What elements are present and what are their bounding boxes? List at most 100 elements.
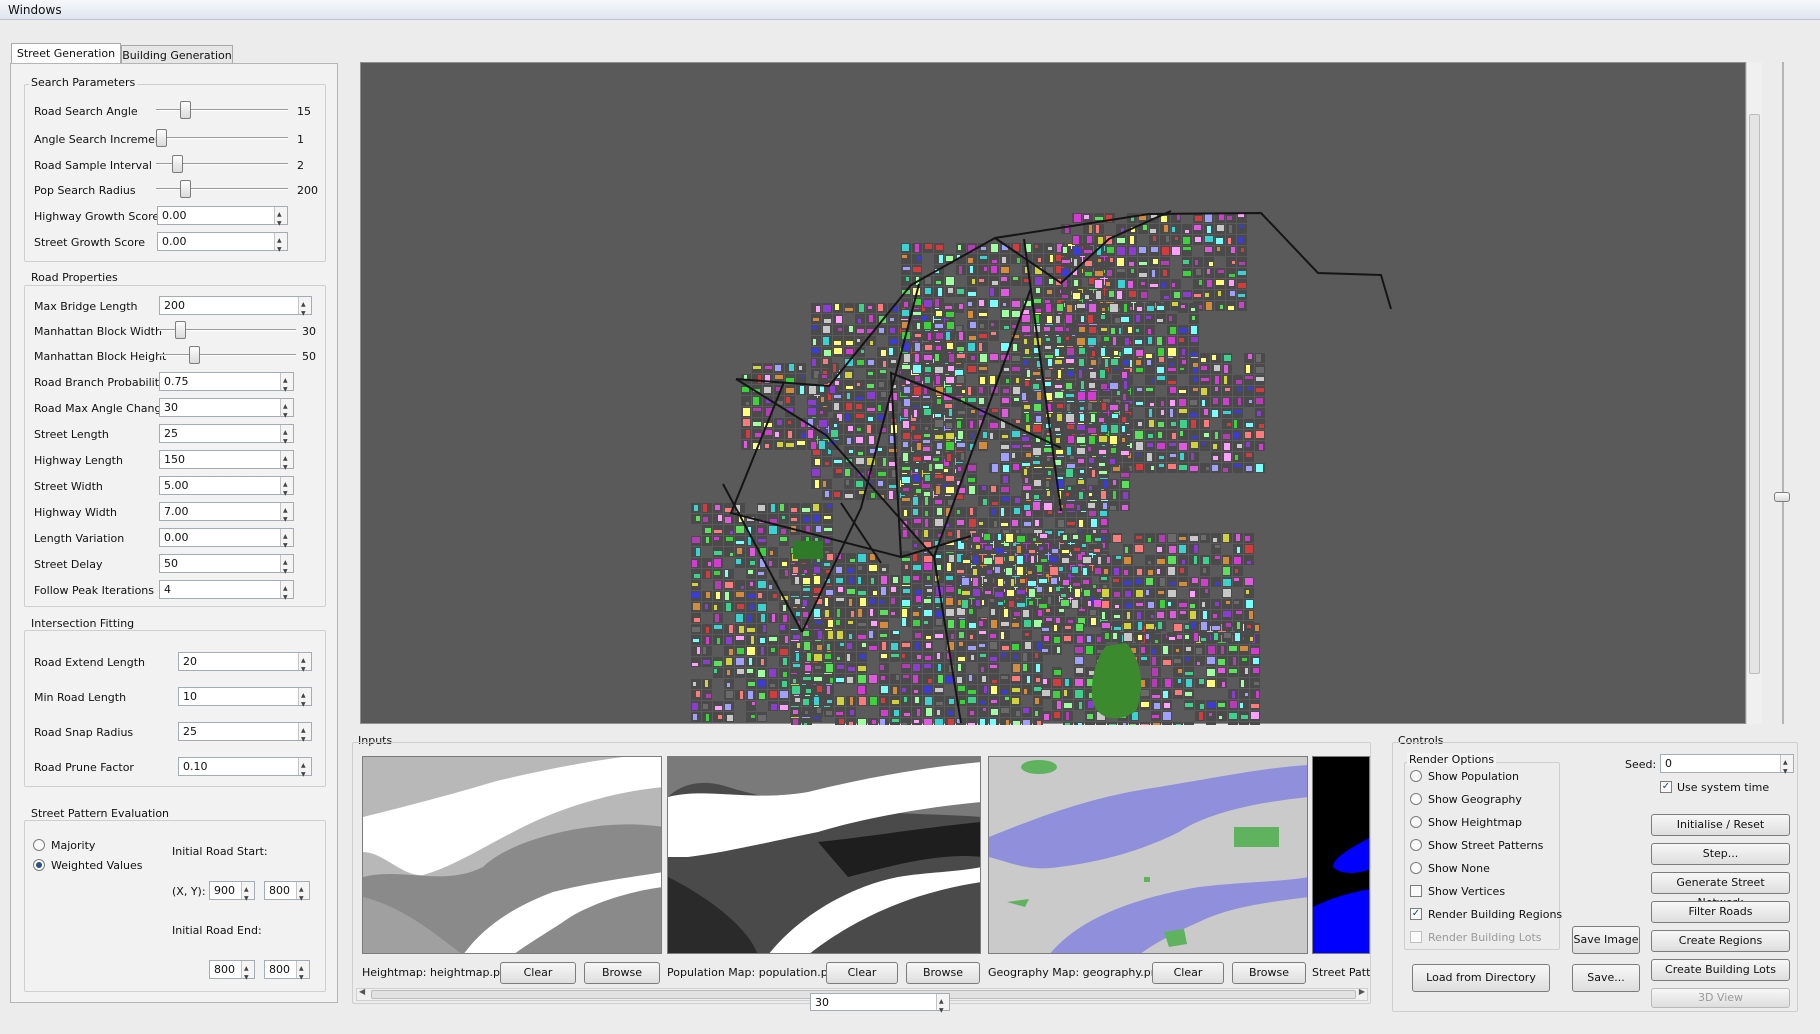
spinbox-arrows[interactable] bbox=[298, 757, 311, 783]
spinbox-arrows[interactable] bbox=[241, 881, 254, 907]
use-system-time-checkbox[interactable]: ✓ bbox=[1660, 781, 1672, 793]
road-branch-probability-spinbox[interactable]: 0.75 bbox=[159, 372, 294, 398]
road-prune-factor-spinbox[interactable]: 0.10 bbox=[178, 757, 312, 783]
angle-search-increment-slider[interactable] bbox=[156, 128, 288, 148]
scroll-right-arrow[interactable]: ▶ bbox=[1359, 987, 1365, 996]
spinbox-arrows[interactable] bbox=[280, 398, 293, 424]
heightmap-clear-button[interactable]: Clear bbox=[500, 962, 576, 984]
slider-handle[interactable] bbox=[180, 101, 191, 119]
geography-browse-button[interactable]: Browse bbox=[1232, 962, 1306, 984]
slider-handle[interactable] bbox=[156, 129, 167, 147]
road-snap-radius-spinbox[interactable]: 25 bbox=[178, 722, 312, 748]
street-width-spinbox[interactable]: 5.00 bbox=[159, 476, 294, 502]
weighted-values-radio[interactable] bbox=[33, 859, 45, 871]
min-road-length-spinbox[interactable]: 10 bbox=[178, 687, 312, 713]
step-button[interactable]: Step... bbox=[1651, 843, 1790, 865]
3d-view-button[interactable]: 3D View bbox=[1651, 988, 1790, 1008]
length-variation-spinbox[interactable]: 0.00 bbox=[159, 528, 294, 554]
save-button[interactable]: Save... bbox=[1572, 964, 1640, 992]
spinbox-arrows[interactable] bbox=[280, 372, 293, 398]
spinbox-arrows[interactable] bbox=[274, 206, 287, 232]
spinbox-arrows[interactable] bbox=[298, 722, 311, 748]
building bbox=[1110, 436, 1117, 444]
street-growth-score-spinbox[interactable]: 0.00 bbox=[157, 232, 288, 258]
population-clear-button[interactable]: Clear bbox=[826, 962, 898, 984]
spinbox-arrows[interactable] bbox=[298, 296, 311, 322]
building bbox=[915, 334, 921, 337]
follow-peak-iterations-spinbox[interactable]: 4 bbox=[159, 580, 294, 606]
scroll-left-arrow[interactable]: ◀ bbox=[359, 987, 365, 996]
spinbox-arrows[interactable] bbox=[298, 652, 311, 678]
show-vertices-checkbox[interactable] bbox=[1410, 885, 1422, 897]
filter-roads-button[interactable]: Filter Roads bbox=[1651, 901, 1790, 923]
highway-width-spinbox[interactable]: 7.00 bbox=[159, 502, 294, 528]
create-building-lots-button[interactable]: Create Building Lots bbox=[1651, 959, 1790, 981]
create-regions-button[interactable]: Create Regions bbox=[1651, 930, 1790, 952]
render-building-regions-checkbox[interactable]: ✓ bbox=[1410, 908, 1422, 920]
start-y-spinbox[interactable]: 800 bbox=[264, 881, 310, 907]
road-max-angle-change-spinbox[interactable]: 30 bbox=[159, 398, 294, 424]
building bbox=[1176, 724, 1181, 731]
street-length-spinbox[interactable]: 25 bbox=[159, 424, 294, 450]
viewport-vscroll-thumb[interactable] bbox=[1749, 114, 1760, 674]
heightmap-browse-button[interactable]: Browse bbox=[584, 962, 660, 984]
building bbox=[1223, 411, 1231, 414]
building bbox=[1007, 590, 1014, 596]
spinbox-arrows[interactable] bbox=[280, 554, 293, 580]
spinbox-arrows[interactable] bbox=[1780, 754, 1793, 780]
show-geography-radio[interactable] bbox=[1410, 793, 1422, 805]
manhattan-block-width-slider[interactable] bbox=[159, 320, 296, 340]
highway-length-spinbox[interactable]: 150 bbox=[159, 450, 294, 476]
zoom-slider[interactable] bbox=[1774, 62, 1794, 724]
load-from-directory-button[interactable]: Load from Directory bbox=[1412, 964, 1550, 992]
spinbox-arrows[interactable] bbox=[936, 993, 949, 1019]
save-image-button[interactable]: Save Image bbox=[1572, 926, 1640, 954]
slider-handle[interactable] bbox=[172, 155, 183, 173]
spinbox-arrows[interactable] bbox=[298, 687, 311, 713]
pop-search-radius-slider[interactable] bbox=[156, 179, 288, 199]
spinbox-arrows[interactable] bbox=[280, 528, 293, 554]
inputs-value-spinbox[interactable]: 30 bbox=[810, 993, 950, 1019]
road-search-angle-slider[interactable] bbox=[156, 100, 288, 120]
highway-growth-score-spinbox[interactable]: 0.00 bbox=[157, 206, 288, 232]
street-delay-spinbox[interactable]: 50 bbox=[159, 554, 294, 580]
start-x-spinbox[interactable]: 900 bbox=[209, 881, 255, 907]
zoom-slider-handle[interactable] bbox=[1774, 492, 1790, 502]
road-sample-interval-slider[interactable] bbox=[156, 154, 288, 174]
majority-radio[interactable] bbox=[33, 839, 45, 851]
spinbox-arrows[interactable] bbox=[274, 232, 287, 258]
building bbox=[1111, 328, 1115, 334]
building bbox=[1148, 602, 1154, 608]
building bbox=[775, 375, 783, 379]
end-x-spinbox[interactable]: 800 bbox=[209, 960, 255, 986]
end-y-spinbox[interactable]: 800 bbox=[264, 960, 310, 986]
render-building-lots-checkbox[interactable] bbox=[1410, 931, 1422, 943]
max-bridge-length-spinbox[interactable]: 200 bbox=[159, 296, 312, 322]
slider-handle[interactable] bbox=[189, 346, 200, 364]
geography-clear-button[interactable]: Clear bbox=[1152, 962, 1224, 984]
seed-spinbox[interactable]: 0 bbox=[1660, 754, 1794, 780]
slider-handle[interactable] bbox=[175, 321, 186, 339]
spinbox-arrows[interactable] bbox=[280, 580, 293, 606]
spinbox-arrows[interactable] bbox=[280, 502, 293, 528]
spinbox-arrows[interactable] bbox=[296, 960, 309, 986]
building bbox=[822, 375, 827, 378]
show-heightmap-radio[interactable] bbox=[1410, 816, 1422, 828]
viewport-vscrollbar[interactable] bbox=[1746, 62, 1762, 724]
road-extend-length-spinbox[interactable]: 20 bbox=[178, 652, 312, 678]
spinbox-arrows[interactable] bbox=[280, 450, 293, 476]
show-none-radio[interactable] bbox=[1410, 862, 1422, 874]
generate-street-network-button[interactable]: Generate Street Network bbox=[1651, 872, 1790, 909]
spinbox-arrows[interactable] bbox=[296, 881, 309, 907]
spinbox-arrows[interactable] bbox=[280, 476, 293, 502]
show-population-radio[interactable] bbox=[1410, 770, 1422, 782]
slider-handle[interactable] bbox=[180, 180, 191, 198]
building bbox=[1089, 671, 1094, 675]
show-street-patterns-radio[interactable] bbox=[1410, 839, 1422, 851]
initialise-reset-button[interactable]: Initialise / Reset bbox=[1651, 814, 1790, 836]
population-browse-button[interactable]: Browse bbox=[906, 962, 980, 984]
city-viewport[interactable] bbox=[360, 62, 1746, 732]
manhattan-block-height-slider[interactable] bbox=[159, 345, 296, 365]
spinbox-arrows[interactable] bbox=[241, 960, 254, 986]
spinbox-arrows[interactable] bbox=[280, 424, 293, 450]
